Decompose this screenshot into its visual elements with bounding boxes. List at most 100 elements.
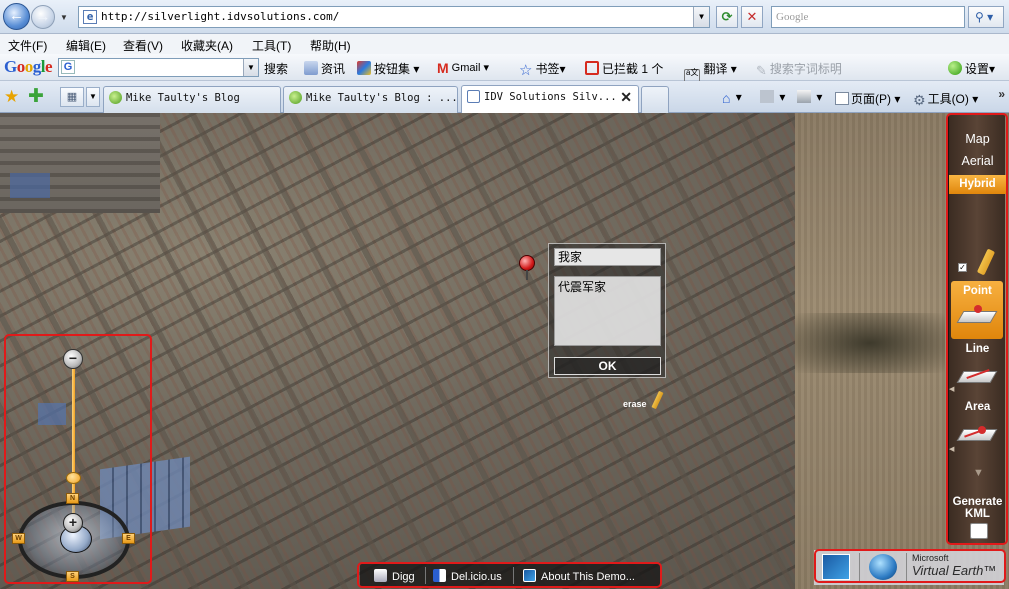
forward-arrow-icon: → (35, 8, 51, 25)
feeds-button[interactable]: ▾ (760, 90, 785, 104)
google-search-input[interactable]: G ▼ (58, 58, 259, 77)
url-input[interactable]: e http://silverlight.idvsolutions.com/ ▼ (78, 6, 710, 28)
tree-favicon-icon (109, 91, 122, 104)
url-text: http://silverlight.idvsolutions.com/ (101, 10, 340, 23)
toolbar-translate-label: 翻译 (703, 62, 728, 76)
toolbar-gmail[interactable]: M Gmail ▾ (437, 60, 489, 76)
toolbar-news-label: 资讯 (321, 62, 346, 76)
gear-icon: ⚙ (913, 92, 926, 108)
toolbar-popup-blocker[interactable]: 已拦截 1 个 (585, 60, 663, 77)
menu-tools[interactable]: 工具(T) (252, 37, 291, 54)
tab-title: IDV Solutions Silv... (484, 91, 617, 103)
pushpin-title-input[interactable]: 我家 (554, 248, 661, 266)
toolbar-gmail-label: Gmail (451, 62, 481, 74)
menu-view[interactable]: 查看(V) (123, 37, 163, 54)
toolbar-bookmarks[interactable]: ☆ 书签▾ (519, 60, 566, 79)
print-button[interactable]: ▾ (797, 90, 822, 104)
erase-pencil-icon[interactable] (651, 390, 664, 410)
search-button[interactable]: ⚲ ▾ (968, 6, 1004, 28)
map-terrain (0, 113, 160, 213)
google-logo[interactable]: Google (4, 57, 53, 77)
buttons-icon (357, 61, 371, 75)
news-icon (304, 61, 318, 75)
url-dropdown-icon[interactable]: ▼ (693, 7, 709, 27)
gmail-icon: M (437, 60, 449, 76)
menu-help[interactable]: 帮助(H) (310, 37, 351, 54)
toolbar-popup-blocker-label: 已拦截 1 个 (602, 62, 664, 76)
toolbar-translate[interactable]: a文 翻译 ▾ (684, 60, 737, 83)
toolbar-bookmarks-label: 书签 (535, 62, 560, 76)
tab-mike-taulty-2[interactable]: Mike Taulty's Blog : ... (283, 86, 458, 113)
google-toolbar: Google G ▼ 搜索 资讯 按钮集 ▾ M Gmail ▾ ☆ 书签▾ 已拦截… (0, 54, 1009, 83)
quick-tabs-icon[interactable]: ▦ (60, 87, 84, 107)
tab-idv-solutions[interactable]: IDV Solutions Silv... ✕ (461, 85, 639, 113)
tab-title: Mike Taulty's Blog (126, 92, 240, 104)
address-bar-row: ← → ▼ e http://silverlight.idvsolutions.… (0, 0, 1009, 34)
highlight-box-links (357, 562, 662, 588)
pushpin-edit-popup: 我家 代震军家 OK (548, 243, 666, 378)
tools-menu-label: 工具(O) (927, 92, 969, 106)
forward-button[interactable]: → (31, 5, 55, 29)
pushpin-title-value: 我家 (558, 250, 583, 264)
stop-button[interactable]: ✕ (741, 6, 763, 28)
menu-favorites[interactable]: 收藏夹(A) (181, 37, 233, 54)
back-button[interactable]: ← (3, 3, 30, 30)
ie-favicon-icon (467, 90, 480, 103)
tab-bar: ★ ✚ ▦ ▼ Mike Taulty's Blog Mike Taulty's… (0, 81, 1009, 113)
new-tab-button[interactable] (641, 86, 669, 113)
refresh-button[interactable]: ⟳ (716, 6, 738, 28)
toolbar-settings[interactable]: 设置▾ (948, 60, 995, 77)
menu-file[interactable]: 文件(F) (8, 37, 47, 54)
erase-label[interactable]: erase (623, 399, 647, 409)
map-pushpin-icon[interactable] (519, 255, 535, 271)
ie-page-icon: e (83, 10, 97, 24)
rss-icon (760, 90, 774, 103)
history-dropdown-icon[interactable]: ▼ (60, 13, 68, 22)
toolbar-highlight[interactable]: ✎ 搜索字词标明 (756, 60, 842, 78)
pushpin-description-value: 代震军家 (558, 280, 607, 294)
toolbar-buttons[interactable]: 按钮集 ▾ (357, 60, 419, 77)
settings-ball-icon (948, 61, 962, 75)
pushpin-description-input[interactable]: 代震军家 (554, 276, 661, 346)
highlight-box-tools (946, 113, 1008, 545)
tree-favicon-icon (289, 91, 302, 104)
highlight-box-brand (814, 549, 1006, 583)
search-input[interactable]: Google (771, 6, 965, 28)
toolbar-news[interactable]: 资讯 (304, 60, 345, 77)
tab-title: Mike Taulty's Blog : ... (306, 92, 458, 104)
ok-button[interactable]: OK (554, 357, 661, 375)
toolbar-highlight-label: 搜索字词标明 (769, 62, 842, 76)
logo-letter: o (16, 57, 26, 76)
page-icon (835, 92, 849, 105)
pushpin-stem (526, 270, 528, 280)
tab-list-dropdown-icon[interactable]: ▼ (86, 87, 100, 107)
add-favorite-icon[interactable]: ✚ (28, 85, 44, 108)
map-field-shadow (795, 313, 945, 373)
tools-menu[interactable]: ⚙ 工具(O) ▾ (913, 90, 978, 108)
google-g-icon: G (61, 60, 75, 74)
refresh-icon: ⟳ (721, 9, 733, 24)
logo-letter: g (32, 57, 42, 76)
more-chevron-icon[interactable]: » (998, 87, 1005, 101)
stop-icon: ✕ (746, 9, 758, 24)
tab-mike-taulty-1[interactable]: Mike Taulty's Blog (103, 86, 281, 113)
menu-edit[interactable]: 编辑(E) (66, 37, 106, 54)
page-menu[interactable]: 页面(P) ▾ (835, 90, 900, 107)
google-search-button[interactable]: 搜索 (264, 60, 288, 77)
logo-letter: G (4, 57, 17, 76)
toolbar-settings-label: 设置 (965, 62, 990, 76)
google-search-dropdown-icon[interactable]: ▼ (243, 59, 258, 76)
menu-bar: 文件(F) 编辑(E) 查看(V) 收藏夹(A) 工具(T) 帮助(H) (0, 34, 1009, 54)
logo-letter: e (44, 57, 53, 76)
favorites-star-icon[interactable]: ★ (4, 87, 19, 107)
close-tab-icon[interactable]: ✕ (620, 86, 632, 108)
map-blue-roofs (10, 173, 50, 198)
home-button[interactable]: ⌂ ▾ (722, 90, 742, 106)
search-placeholder: Google (776, 11, 809, 23)
back-arrow-icon: ← (9, 7, 24, 24)
page-menu-label: 页面(P) (851, 92, 891, 106)
bookmark-star-icon: ☆ (519, 62, 533, 79)
highlight-box-nav (4, 334, 152, 584)
logo-letter: o (24, 57, 34, 76)
toolbar-buttons-label: 按钮集 (374, 62, 411, 76)
